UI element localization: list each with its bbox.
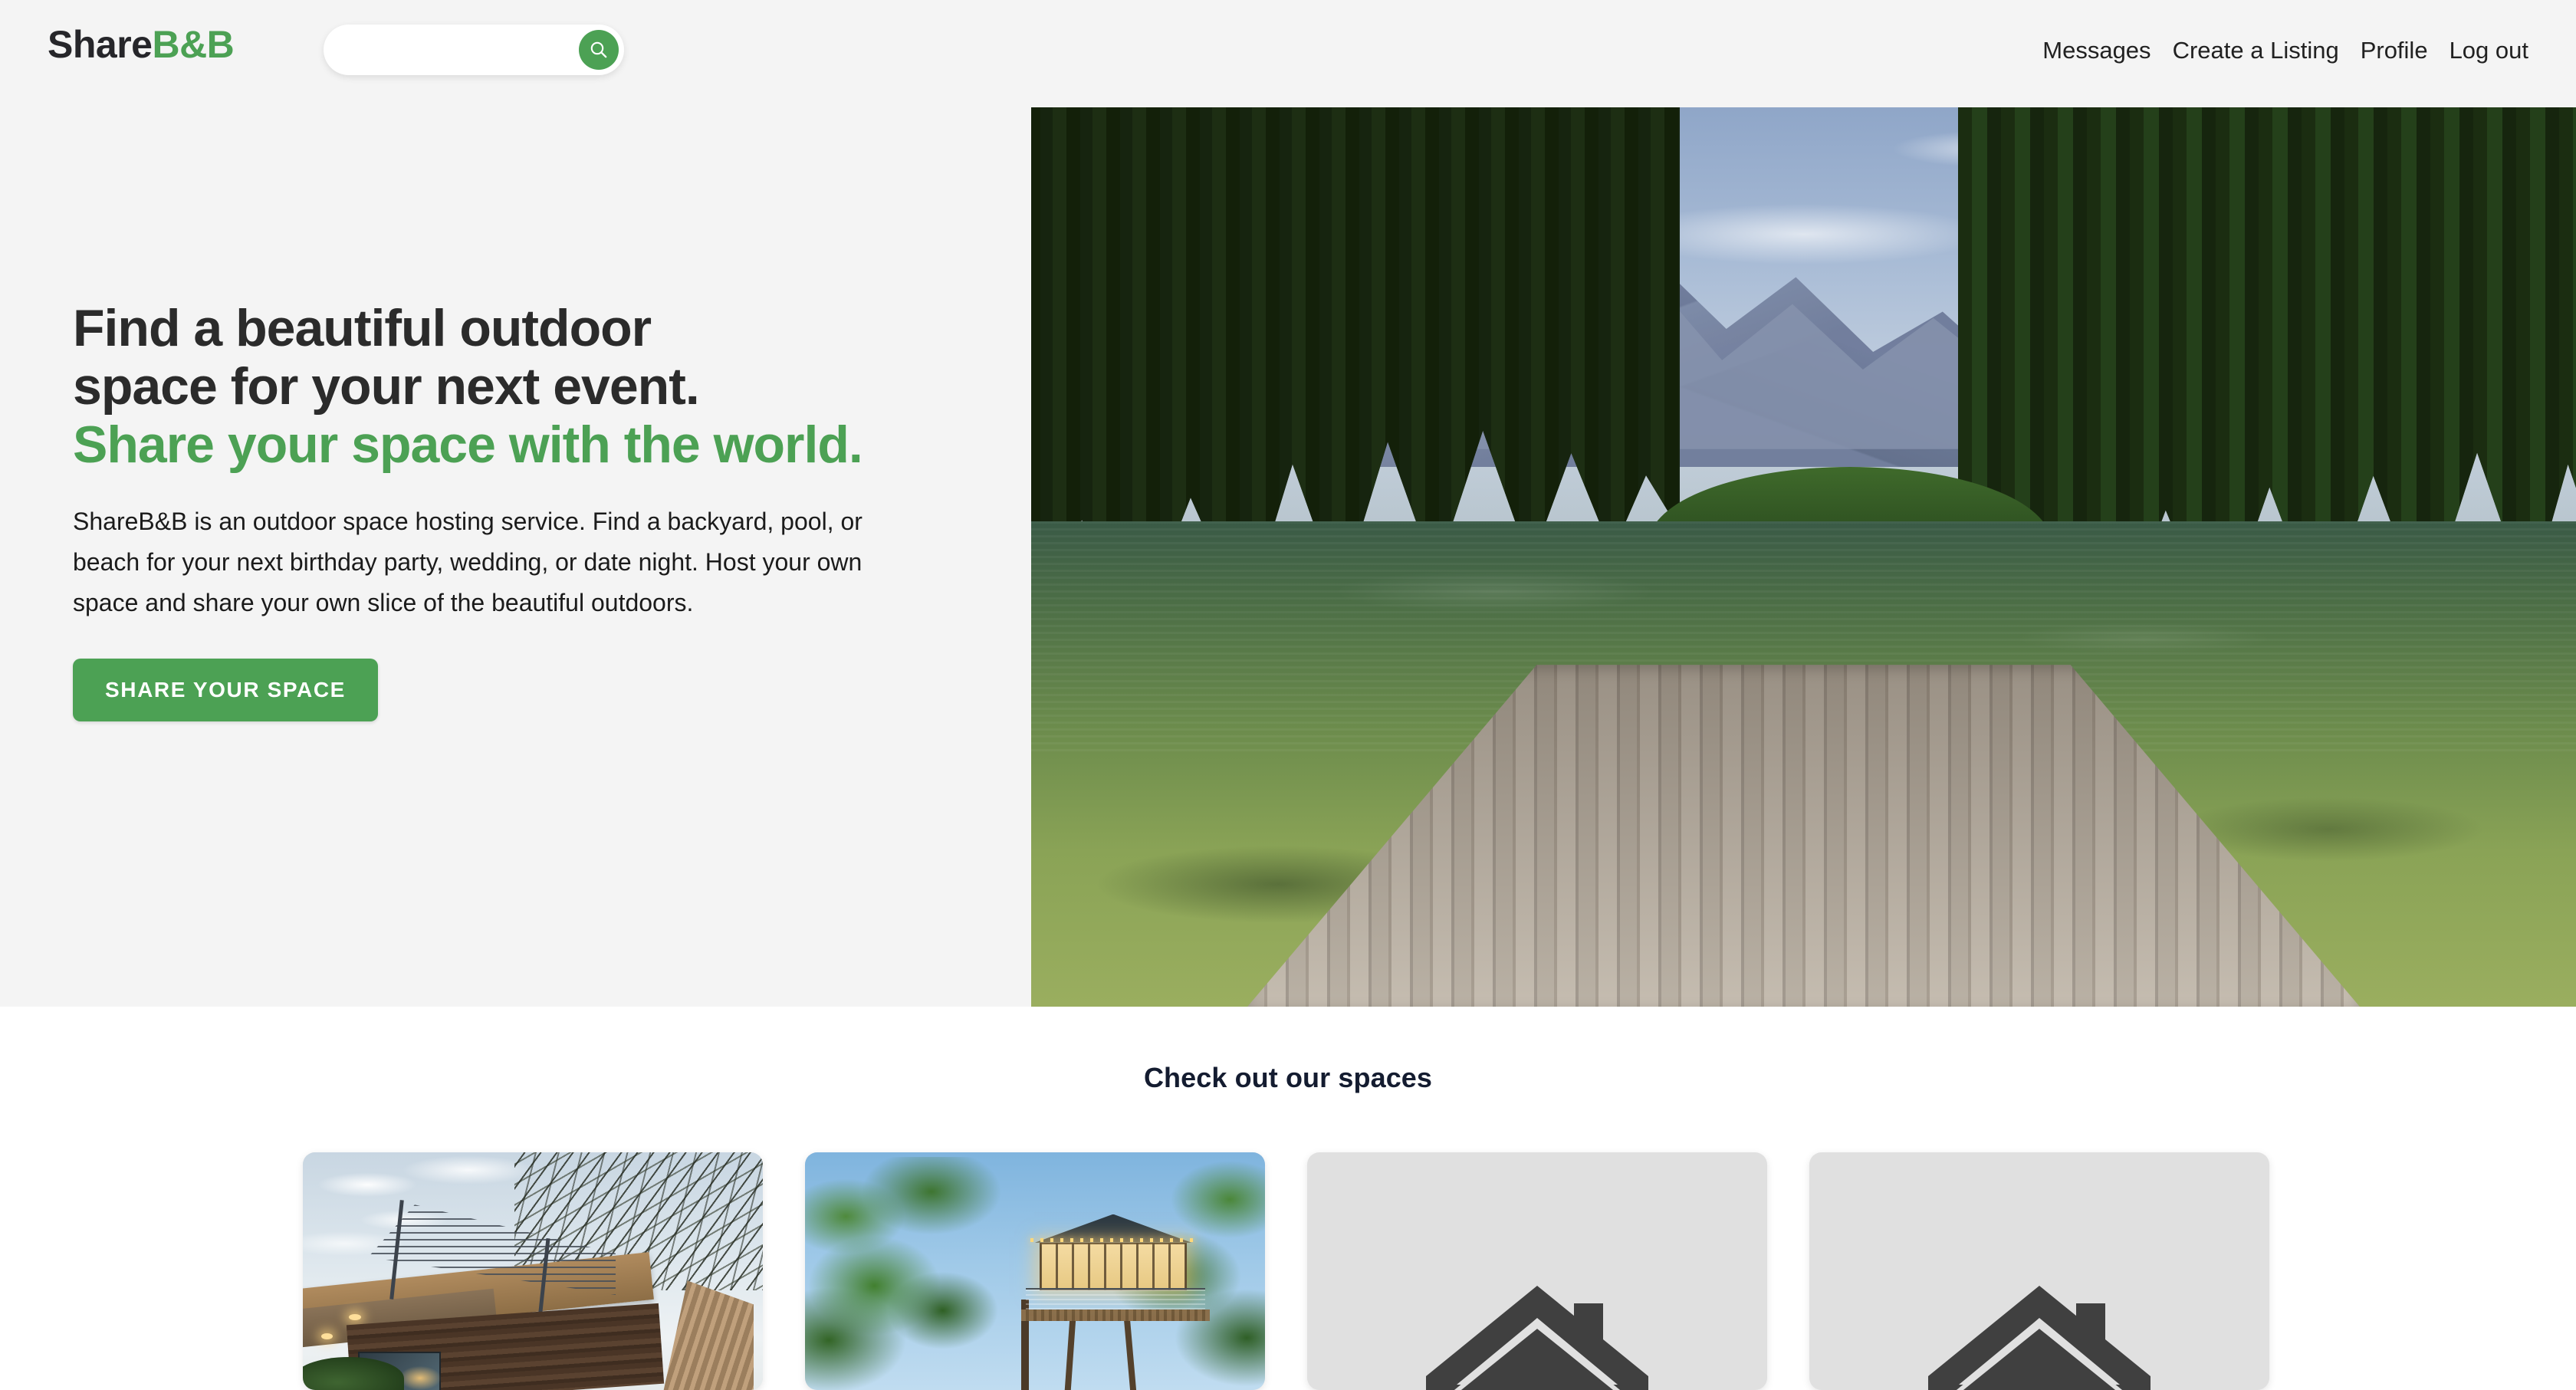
nav-link-log-out[interactable]: Log out: [2450, 38, 2528, 62]
main-navigation: Messages Create a Listing Profile Log ou…: [2042, 38, 2528, 62]
house-icon: [1928, 1278, 2150, 1390]
search-button[interactable]: [579, 30, 619, 70]
search-input[interactable]: [343, 25, 573, 75]
page-title: Find a beautiful outdoor space for your …: [73, 299, 955, 474]
hero-title-line-1: Find a beautiful outdoor: [73, 299, 652, 357]
site-header: ShareB&B Messages Create a Listing Profi…: [0, 0, 2576, 107]
hero-description: ShareB&B is an outdoor space hosting ser…: [73, 508, 863, 617]
nav-link-create-a-listing[interactable]: Create a Listing: [2173, 38, 2339, 62]
hero-title-accent: Share your space with the world.: [73, 416, 863, 475]
spaces-section: Check out our spaces: [0, 1007, 2576, 1390]
card-2-window-mullions: [1040, 1242, 1187, 1290]
card-1-light: [321, 1332, 333, 1339]
hero-section: Find a beautiful outdoor space for your …: [0, 0, 2576, 1007]
card-1-window-glow: [399, 1366, 441, 1390]
card-2-string-lights: [1030, 1237, 1196, 1242]
space-card[interactable]: [805, 1152, 1265, 1390]
space-card[interactable]: [1307, 1152, 1767, 1390]
search-icon: [589, 40, 609, 60]
search-bar[interactable]: [324, 25, 624, 75]
hero-copy: Find a beautiful outdoor space for your …: [73, 299, 955, 721]
card-1-light: [349, 1313, 361, 1320]
house-icon: [1426, 1278, 1648, 1390]
logo-text-bnb: B&B: [152, 23, 235, 66]
logo[interactable]: ShareB&B: [48, 23, 235, 66]
hero-image: [1031, 107, 2576, 1007]
space-card[interactable]: [303, 1152, 763, 1390]
space-card[interactable]: [1809, 1152, 2269, 1390]
spaces-section-title: Check out our spaces: [1143, 1062, 1433, 1093]
nav-link-messages[interactable]: Messages: [2042, 38, 2150, 62]
spaces-card-list: [303, 1152, 2273, 1390]
logo-text-share: Share: [48, 23, 153, 66]
card-2-deck-railing: [1026, 1287, 1205, 1312]
nav-link-profile[interactable]: Profile: [2361, 38, 2428, 62]
hero-title-line-2: space for your next event.: [73, 357, 700, 416]
share-your-space-button[interactable]: SHARE YOUR SPACE: [73, 658, 378, 721]
